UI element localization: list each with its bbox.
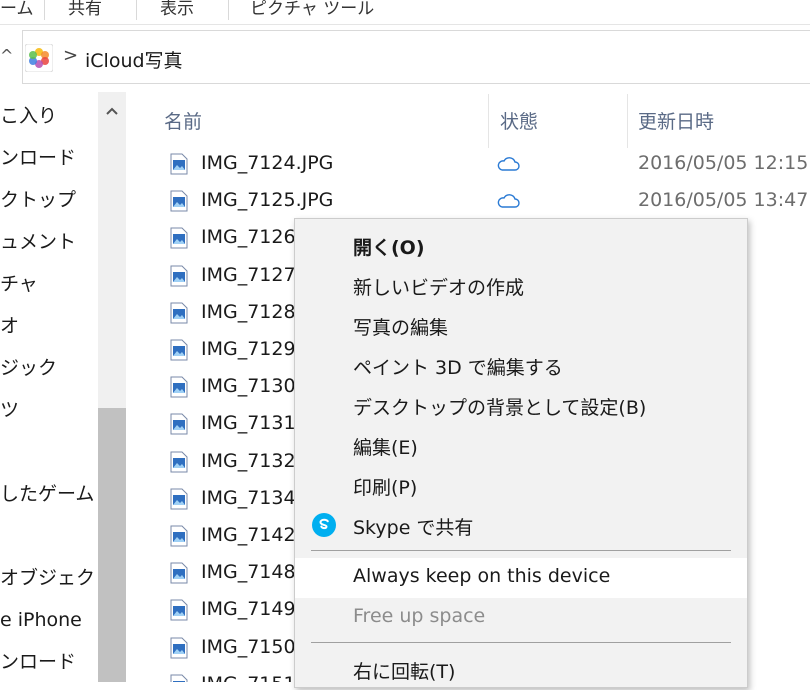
image-file-icon <box>170 376 188 398</box>
file-name: IMG_7128 <box>201 300 296 323</box>
cloud-online-icon <box>497 194 520 208</box>
menu-item-open[interactable]: 開く(O) <box>295 226 747 266</box>
image-file-icon <box>170 339 188 361</box>
menu-item-new-video[interactable]: 新しいビデオの作成 <box>295 266 747 306</box>
menu-separator <box>311 642 731 643</box>
ribbon-separator <box>228 0 229 20</box>
column-header-date[interactable]: 更新日時 <box>638 107 714 134</box>
image-file-icon <box>170 488 188 510</box>
menu-item-label: 写真の編集 <box>353 317 449 339</box>
menu-item-label: 右に回転(T) <box>353 661 456 683</box>
menu-item-set-background[interactable]: デスクトップの背景として設定(B) <box>295 386 747 426</box>
column-separator[interactable] <box>488 94 489 148</box>
ribbon-tab-picture-tools[interactable]: ピクチャ ツール <box>250 0 400 18</box>
file-name: IMG_7142 <box>201 524 296 546</box>
nav-item-desktop[interactable]: クトップ <box>0 186 98 214</box>
table-row[interactable]: IMG_7124.JPG 2016/05/05 12:15 <box>126 147 810 184</box>
menu-item-free-up-space: Free up space <box>295 598 747 638</box>
file-name: IMG_7124.JPG <box>201 152 334 174</box>
nav-item-unknown[interactable]: ツ <box>0 396 98 424</box>
address-bar: ^ > iCloud写真 <box>0 30 810 88</box>
image-file-icon <box>170 190 188 212</box>
file-name: IMG_7151 <box>201 673 296 682</box>
menu-item-edit-photo[interactable]: 写真の編集 <box>295 306 747 346</box>
navigation-scrollbar[interactable] <box>98 92 126 682</box>
image-file-icon <box>170 599 188 621</box>
file-date: 2016/05/05 12:15 <box>638 152 809 174</box>
menu-item-label: ペイント 3D で編集する <box>353 357 563 379</box>
breadcrumb-icloud-photos[interactable]: iCloud写真 <box>85 46 183 73</box>
menu-item-label: Free up space <box>353 605 486 627</box>
skype-icon <box>312 513 336 537</box>
breadcrumb-chevron-icon[interactable]: > <box>63 45 78 66</box>
ribbon-tab-home[interactable]: ーム <box>0 0 40 18</box>
nav-item-3d-objects[interactable]: オブジェクト <box>0 564 98 592</box>
menu-item-label: 編集(E) <box>353 437 418 459</box>
up-arrow-icon[interactable]: ^ <box>0 46 12 66</box>
menu-item-label: 新しいビデオの作成 <box>353 277 525 299</box>
image-file-icon <box>170 451 188 473</box>
ribbon-tab-share[interactable]: 共有 <box>68 0 128 18</box>
ribbon-separator <box>44 0 45 20</box>
image-file-icon <box>170 674 188 682</box>
ribbon-tab-view[interactable]: 表示 <box>160 0 220 18</box>
sort-ascending-icon: ^ <box>314 92 326 102</box>
scrollbar-thumb[interactable] <box>98 408 126 682</box>
image-file-icon <box>170 153 188 175</box>
menu-item-label: 印刷(P) <box>353 477 418 499</box>
image-file-icon <box>170 562 188 584</box>
menu-item-rotate-right[interactable]: 右に回転(T) <box>295 650 747 690</box>
menu-item-edit[interactable]: 編集(E) <box>295 426 747 466</box>
file-name: IMG_7134 <box>201 486 296 509</box>
menu-item-label: デスクトップの背景として設定(B) <box>353 397 647 419</box>
column-header-status[interactable]: 状態 <box>500 107 538 134</box>
context-menu: 開く(O) 新しいビデオの作成 写真の編集 ペイント 3D で編集する デスクト… <box>294 218 748 688</box>
ribbon: ーム 共有 表示 ピクチャ ツール <box>0 0 810 25</box>
file-name: IMG_7148 <box>201 561 296 584</box>
file-date: 2016/05/05 13:47 <box>638 189 809 212</box>
nav-item-favorites[interactable]: こ入り <box>0 102 98 130</box>
nav-item-music[interactable]: ジック <box>0 354 98 382</box>
menu-item-label: Skype で共有 <box>353 517 474 539</box>
nav-item-downloads[interactable]: ンロード <box>0 144 98 172</box>
image-file-icon <box>170 302 188 324</box>
nav-item-pictures[interactable]: チャ <box>0 270 98 298</box>
file-name: IMG_7127 <box>201 263 296 286</box>
address-box[interactable]: > iCloud写真 <box>22 30 810 84</box>
menu-item-print[interactable]: 印刷(P) <box>295 466 747 506</box>
menu-separator <box>311 550 731 551</box>
file-name: IMG_7125.JPG <box>201 189 334 212</box>
file-name: IMG_7132 <box>201 449 296 472</box>
nav-item-documents[interactable]: ュメント <box>0 228 98 256</box>
image-file-icon <box>170 227 188 249</box>
image-file-icon <box>170 265 188 287</box>
cloud-online-icon <box>497 157 520 171</box>
nav-item-videos[interactable]: オ <box>0 312 98 340</box>
navigation-pane: こ入り ンロード クトップ ュメント チャ オ ジック ツ したゲーム オブジェ… <box>0 92 98 682</box>
file-name: IMG_7131 <box>201 412 296 435</box>
menu-item-label: 開く(O) <box>353 237 425 259</box>
nav-item-downloads-2[interactable]: ンロード <box>0 648 98 676</box>
scroll-up-icon[interactable] <box>98 92 126 128</box>
column-header-name[interactable]: 名前 <box>164 107 202 134</box>
image-file-icon <box>170 637 188 659</box>
image-file-icon <box>170 525 188 547</box>
menu-item-skype-share[interactable]: Skype で共有 <box>295 506 747 546</box>
column-separator[interactable] <box>627 94 628 148</box>
file-name: IMG_7130 <box>201 375 296 398</box>
image-file-icon <box>170 413 188 435</box>
menu-item-always-keep[interactable]: Always keep on this device <box>295 558 747 598</box>
file-name: IMG_7126 <box>201 226 296 249</box>
nav-item-iphone[interactable]: e iPhone <box>0 606 98 634</box>
file-name: IMG_7129 <box>201 338 296 360</box>
table-row[interactable]: IMG_7125.JPG 2016/05/05 13:47 <box>126 184 810 221</box>
nav-item-saved-games[interactable]: したゲーム <box>0 480 98 508</box>
file-name: IMG_7150 <box>201 635 296 658</box>
photos-app-icon <box>25 44 53 72</box>
menu-item-label: Always keep on this device <box>353 565 611 587</box>
file-name: IMG_7149 <box>201 598 296 621</box>
ribbon-separator <box>136 0 137 20</box>
menu-item-paint3d[interactable]: ペイント 3D で編集する <box>295 346 747 386</box>
